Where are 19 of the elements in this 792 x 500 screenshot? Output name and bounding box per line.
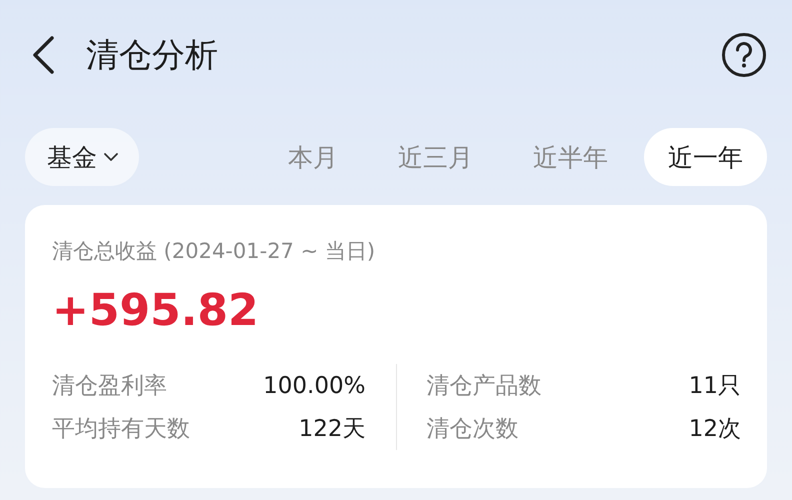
category-dropdown[interactable]: 基金 <box>25 128 139 186</box>
period-tab[interactable]: 本月 <box>264 128 362 186</box>
stat-label: 清仓次数 <box>426 415 518 444</box>
stat-value: 11只 <box>688 372 741 401</box>
stat-value: 100.00% <box>263 372 366 398</box>
period-tab[interactable]: 近一年 <box>644 128 767 186</box>
stat-label: 平均持有天数 <box>52 415 190 444</box>
period-tab[interactable]: 近三月 <box>374 128 497 186</box>
back-icon[interactable] <box>30 35 56 75</box>
period-tab[interactable]: 近半年 <box>509 128 632 186</box>
help-icon[interactable] <box>721 32 767 78</box>
stat-value: 122天 <box>298 415 366 444</box>
caret-icon <box>103 152 119 162</box>
stat-label: 清仓产品数 <box>426 372 542 401</box>
stat-value: 12次 <box>688 415 741 444</box>
summary-label: 清仓总收益 (2024-01-27 ~ 当日) <box>52 238 376 265</box>
page-title: 清仓分析 <box>86 34 218 76</box>
summary-value: +595.82 <box>52 285 260 336</box>
stat-label: 清仓盈利率 <box>52 372 167 401</box>
